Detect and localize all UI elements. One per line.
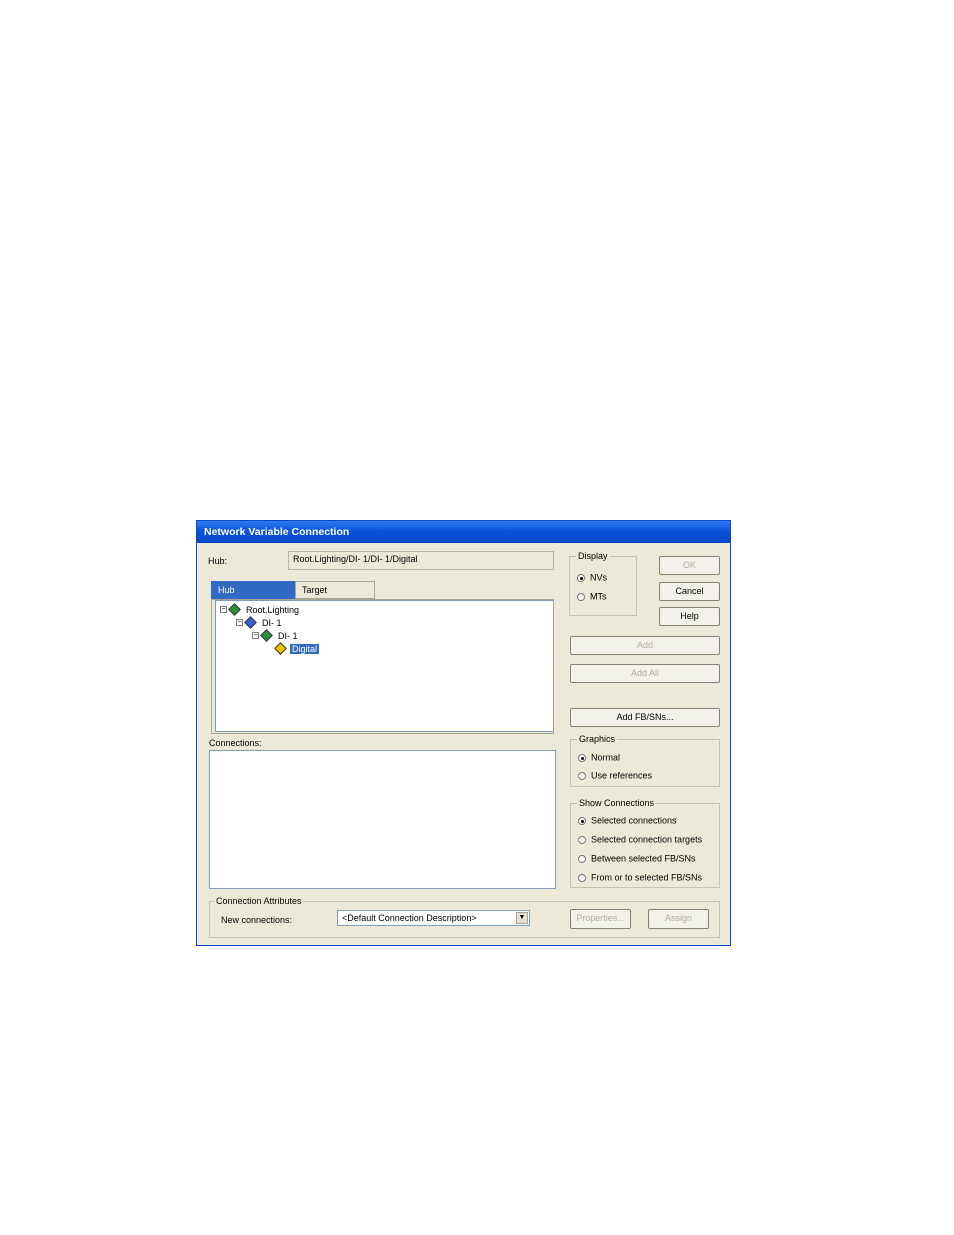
radio-unchecked-icon	[578, 873, 586, 882]
cancel-button[interactable]: Cancel	[659, 582, 720, 601]
display-group-title: Display	[576, 551, 610, 561]
functional-block-diamond-icon	[260, 629, 273, 642]
tree-node-root-lighting[interactable]: − Root.Lighting	[220, 603, 301, 616]
collapse-icon[interactable]: −	[236, 619, 243, 627]
help-button[interactable]: Help	[659, 607, 720, 626]
tab-hub[interactable]: Hub	[211, 581, 295, 599]
radio-between-selected[interactable]: Between selected FB/SNs	[578, 853, 696, 864]
dropdown-arrow-icon[interactable]: ▼	[516, 912, 528, 924]
collapse-icon[interactable]: −	[220, 606, 227, 614]
device-diamond-icon	[228, 603, 241, 616]
connections-list[interactable]	[209, 750, 556, 889]
tab-target[interactable]: Target	[295, 581, 375, 599]
radio-label: Use references	[591, 770, 653, 781]
new-connections-select[interactable]: <Default Connection Description> ▼	[337, 910, 530, 926]
add-button[interactable]: Add	[570, 636, 720, 655]
window-title: Network Variable Connection	[204, 526, 350, 538]
network-variable-connection-dialog: Network Variable Connection Hub: Root.Li…	[196, 520, 731, 946]
tab-hub-label: Hub	[218, 585, 235, 595]
radio-label: From or to selected FB/SNs	[591, 872, 703, 883]
radio-normal[interactable]: Normal	[578, 752, 620, 763]
collapse-icon[interactable]: −	[252, 632, 259, 640]
connection-attributes-title: Connection Attributes	[214, 896, 304, 906]
show-connections-group: Show Connections Selected connections Se…	[570, 798, 720, 888]
radio-from-or-to-selected[interactable]: From or to selected FB/SNs	[578, 872, 702, 883]
radio-nvs[interactable]: NVs	[577, 572, 607, 583]
radio-label: Selected connections	[591, 815, 677, 826]
tree-node-di-1-block[interactable]: − DI- 1	[252, 629, 300, 642]
tree-node-label: DI- 1	[262, 617, 282, 628]
radio-unchecked-icon	[578, 771, 586, 780]
assign-button[interactable]: Assign	[648, 909, 709, 929]
ok-button[interactable]: OK	[659, 556, 720, 575]
network-variable-diamond-icon	[274, 642, 287, 655]
hub-value: Root.Lighting/DI- 1/DI- 1/Digital	[293, 554, 418, 564]
graphics-group: Graphics Normal Use references	[570, 734, 720, 787]
radio-checked-icon	[578, 816, 586, 825]
add-all-button[interactable]: Add All	[570, 664, 720, 683]
display-group: Display NVs MTs	[569, 551, 637, 616]
radio-unchecked-icon	[577, 592, 585, 601]
radio-checked-icon	[577, 573, 585, 582]
tab-strip: Hub Target	[211, 581, 554, 599]
hub-field: Root.Lighting/DI- 1/DI- 1/Digital	[288, 551, 554, 570]
title-bar[interactable]: Network Variable Connection	[197, 521, 730, 543]
properties-button[interactable]: Properties...	[570, 909, 631, 929]
tree-node-digital[interactable]: Digital	[274, 642, 320, 655]
new-connections-label: New connections:	[221, 915, 293, 925]
radio-unchecked-icon	[578, 835, 586, 844]
hub-label: Hub:	[208, 556, 228, 566]
connections-label: Connections:	[209, 738, 262, 748]
radio-label: NVs	[590, 572, 608, 583]
add-fb-sns-button[interactable]: Add FB/SNs...	[570, 708, 720, 727]
device-diamond-icon	[244, 616, 257, 629]
radio-label: Between selected FB/SNs	[591, 853, 696, 864]
hub-tree[interactable]: − Root.Lighting − DI- 1 − DI- 1 Digital	[215, 600, 554, 732]
tree-node-label: DI- 1	[278, 630, 298, 641]
radio-mts[interactable]: MTs	[577, 591, 607, 602]
radio-label: Normal	[591, 752, 621, 763]
tree-node-label: Root.Lighting	[246, 604, 300, 615]
radio-selected-connection-targets[interactable]: Selected connection targets	[578, 834, 702, 845]
tree-node-label: Digital	[290, 643, 320, 654]
new-connections-value: <Default Connection Description>	[342, 913, 477, 923]
show-connections-group-title: Show Connections	[577, 798, 657, 808]
radio-label: MTs	[590, 591, 607, 602]
radio-label: Selected connection targets	[591, 834, 703, 845]
tab-target-label: Target	[302, 585, 328, 595]
graphics-group-title: Graphics	[577, 734, 618, 744]
tree-node-di-1[interactable]: − DI- 1	[236, 616, 284, 629]
radio-checked-icon	[578, 753, 586, 762]
radio-selected-connections[interactable]: Selected connections	[578, 815, 677, 826]
radio-use-references[interactable]: Use references	[578, 770, 652, 781]
radio-unchecked-icon	[578, 854, 586, 863]
